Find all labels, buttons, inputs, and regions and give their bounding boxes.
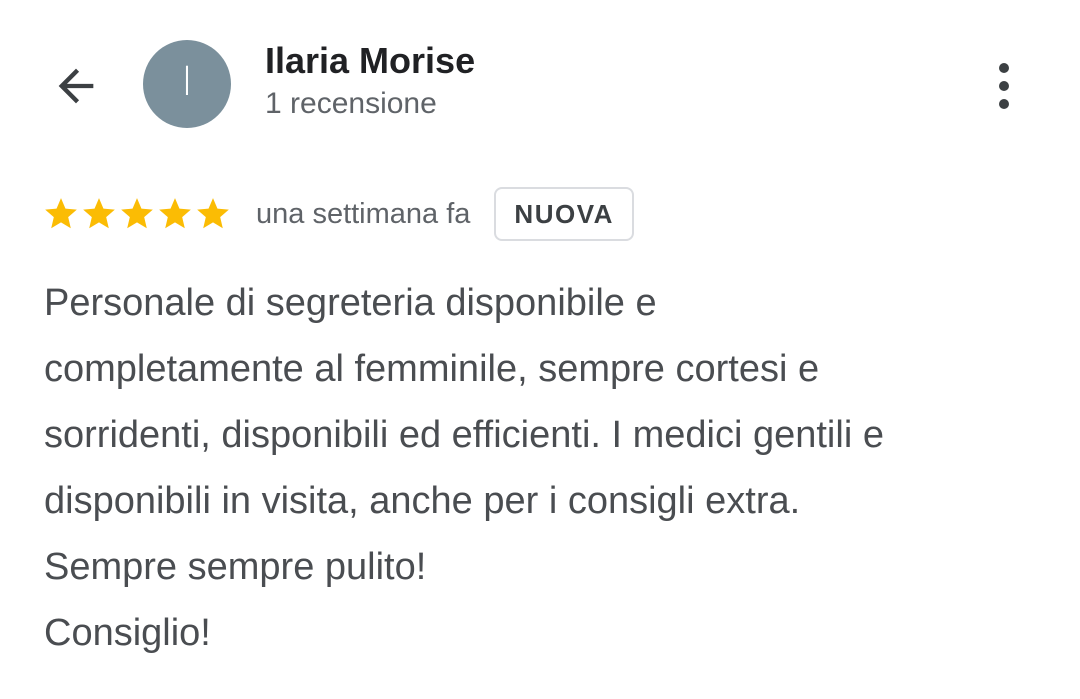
review-text-line: sorridenti, disponibili ed efficienti. I… <box>44 414 884 456</box>
back-button[interactable] <box>44 54 108 118</box>
review-text-line: Personale di segreteria disponibile e <box>44 282 657 324</box>
user-name[interactable]: Ilaria Morise <box>265 40 475 82</box>
star-icon <box>159 198 191 229</box>
star-icon <box>197 198 229 229</box>
arrow-back-icon <box>58 68 94 104</box>
star-icon <box>45 198 77 229</box>
rating-row: una settimana fa NUOVA <box>42 184 634 244</box>
new-badge: NUOVA <box>494 187 634 241</box>
star-icon <box>121 198 153 229</box>
star-rating <box>42 195 232 233</box>
review-text: Personale di segreteria disponibile e co… <box>44 270 1054 666</box>
more-options-button[interactable] <box>980 56 1028 116</box>
avatar[interactable]: I <box>143 40 231 128</box>
review-text-line: Consiglio! <box>44 612 211 654</box>
review-text-line: disponibili in visita, anche per i consi… <box>44 480 801 522</box>
review-time: una settimana fa <box>256 197 471 230</box>
review-count: 1 recensione <box>265 87 437 120</box>
review-text-line: completamente al femminile, sempre corte… <box>44 348 820 390</box>
star-icon <box>83 198 115 229</box>
review-text-line: Sempre sempre pulito! <box>44 546 427 588</box>
more-vert-icon <box>999 63 1009 109</box>
avatar-letter: I <box>181 59 193 105</box>
